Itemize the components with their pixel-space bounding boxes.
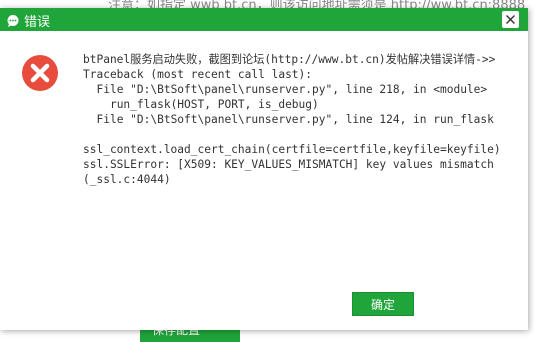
chat-bubble-icon	[6, 13, 20, 27]
dialog-titlebar: 错误	[0, 8, 528, 31]
ok-button[interactable]: 确定	[352, 292, 414, 316]
error-dialog: 错误 btPanel服务启动失败，截图到论坛(http://www.bt.cn)…	[0, 8, 528, 330]
dialog-title: 错误	[24, 15, 51, 30]
close-button[interactable]	[502, 11, 519, 28]
error-message: btPanel服务启动失败，截图到论坛(http://www.bt.cn)发帖解…	[83, 53, 501, 186]
error-x-icon	[21, 54, 59, 92]
close-icon	[506, 15, 515, 24]
